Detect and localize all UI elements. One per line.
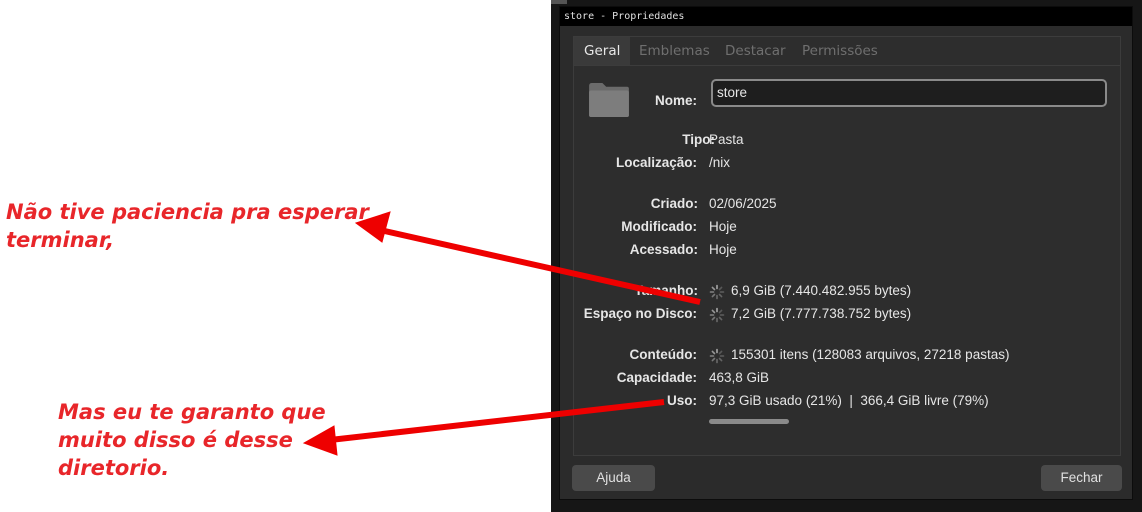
uso-value: 97,3 GiB usado (21%) | 366,4 GiB livre (… <box>709 393 989 408</box>
localizacao-label: Localização: <box>615 155 697 170</box>
conteudo-label: Conteúdo: <box>629 347 697 362</box>
annotation-bottom-line2: muito disso é desse <box>58 428 293 452</box>
criado-label: Criado: <box>650 196 698 211</box>
capacidade-label: Capacidade: <box>616 370 697 385</box>
annotation-bottom-line3: diretorio. <box>58 456 170 480</box>
espaco-value: 7,2 GiB (7.777.738.752 bytes) <box>731 306 912 321</box>
tipo-label: Tipo: <box>682 132 715 147</box>
tab-emblemas[interactable]: Emblemas <box>639 37 710 65</box>
help-button[interactable]: Ajuda <box>572 465 655 491</box>
usage-bar <box>709 419 789 424</box>
annotation-bottom-line1: Mas eu te garanto que <box>58 400 326 424</box>
tab-geral[interactable]: Geral <box>574 37 631 65</box>
localizacao-value: /nix <box>709 155 731 170</box>
tamanho-label: Tamanho: <box>634 283 699 298</box>
criado-value: 02/06/2025 <box>709 196 777 211</box>
espaco-label: Espaço no Disco: <box>583 306 697 321</box>
acessado-value: Hoje <box>709 242 737 257</box>
name-label: Nome: <box>654 93 697 108</box>
spinner-icon <box>709 284 725 300</box>
annotation-top-line1: Não tive paciencia pra esperar <box>6 200 369 224</box>
uso-label: Uso: <box>667 393 697 408</box>
tipo-value: Pasta <box>709 132 744 147</box>
acessado-label: Acessado: <box>629 242 698 257</box>
modificado-label: Modificado: <box>621 219 697 234</box>
window-title[interactable]: store - Propriedades <box>560 7 1132 26</box>
annotation-top-line2: terminar, <box>6 228 115 252</box>
capacidade-value: 463,8 GiB <box>709 370 770 385</box>
spinner-icon <box>709 348 725 364</box>
close-button[interactable]: Fechar <box>1041 465 1122 491</box>
tab-destacar[interactable]: Destacar <box>725 37 786 65</box>
modificado-value: Hoje <box>709 219 737 234</box>
name-field[interactable]: store <box>711 79 1107 107</box>
desktop-edge <box>551 0 567 4</box>
tab-permissoes[interactable]: Permissões <box>802 37 878 65</box>
spinner-icon <box>709 307 725 323</box>
conteudo-value: 155301 itens (128083 arquivos, 27218 pas… <box>731 347 1010 362</box>
tamanho-value: 6,9 GiB (7.440.482.955 bytes) <box>731 283 912 298</box>
tab-bar: Geral Emblemas Destacar Permissões <box>574 37 1120 66</box>
